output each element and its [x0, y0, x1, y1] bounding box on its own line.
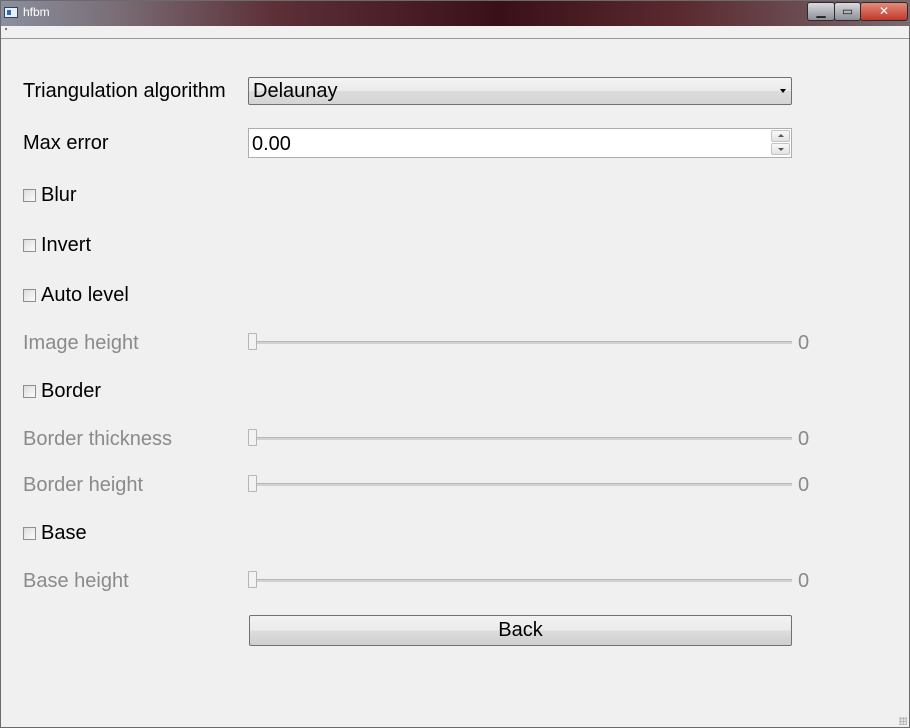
image-height-slider[interactable]	[248, 332, 792, 352]
title-bar[interactable]: hfbm ▁ ▭ ✕	[1, 1, 909, 26]
slider-handle[interactable]	[248, 429, 257, 446]
back-button[interactable]: Back	[249, 615, 792, 646]
border-checkbox[interactable]	[23, 385, 36, 398]
slider-handle[interactable]	[248, 475, 257, 492]
spin-buttons	[771, 130, 790, 156]
close-button[interactable]: ✕	[860, 2, 908, 21]
base-height-slider[interactable]	[248, 570, 792, 590]
blur-label[interactable]: Blur	[41, 184, 77, 207]
window-title: hfbm	[23, 5, 50, 19]
app-icon	[4, 7, 18, 18]
max-error-value[interactable]: 0.00	[252, 133, 291, 156]
border-height-label: Border height	[23, 474, 144, 496]
slider-groove	[250, 437, 792, 440]
triangulation-label: Triangulation algorithm	[23, 80, 226, 102]
base-checkbox[interactable]	[23, 527, 36, 540]
minimize-icon: ▁	[816, 4, 826, 18]
border-thickness-label: Border thickness	[23, 428, 172, 450]
slider-handle[interactable]	[248, 333, 257, 350]
auto-level-checkbox[interactable]	[23, 289, 36, 302]
invert-checkbox[interactable]	[23, 239, 36, 252]
chevron-down-icon	[780, 89, 786, 93]
border-height-value: 0	[798, 474, 810, 496]
triangulation-select[interactable]: Delaunay	[248, 77, 792, 105]
menu-bar	[1, 26, 909, 39]
menu-grip	[5, 28, 7, 30]
base-height-label: Base height	[23, 570, 129, 592]
triangulation-value: Delaunay	[253, 80, 338, 102]
maximize-button[interactable]: ▭	[834, 2, 861, 21]
spin-down-button[interactable]	[771, 143, 790, 155]
border-label[interactable]: Border	[41, 380, 101, 403]
border-height-slider[interactable]	[248, 474, 792, 494]
slider-handle[interactable]	[248, 571, 257, 588]
spin-up-button[interactable]	[771, 130, 790, 142]
app-window: hfbm ▁ ▭ ✕ Triangulation algorithm Delau…	[0, 0, 910, 728]
auto-level-label[interactable]: Auto level	[41, 284, 129, 307]
slider-groove	[250, 341, 792, 344]
resize-grip[interactable]	[899, 717, 907, 725]
max-error-spinbox[interactable]: 0.00	[248, 128, 792, 158]
image-height-label: Image height	[23, 332, 139, 354]
maximize-icon: ▭	[841, 4, 854, 18]
minimize-button[interactable]: ▁	[807, 2, 835, 21]
slider-groove	[250, 579, 792, 582]
border-thickness-value: 0	[798, 428, 810, 450]
image-height-value: 0	[798, 332, 810, 354]
invert-label[interactable]: Invert	[41, 234, 91, 257]
blur-checkbox[interactable]	[23, 189, 36, 202]
slider-groove	[250, 483, 792, 486]
max-error-label: Max error	[23, 132, 109, 154]
base-height-value: 0	[798, 570, 810, 592]
close-icon: ✕	[878, 4, 890, 18]
border-thickness-slider[interactable]	[248, 428, 792, 448]
base-label[interactable]: Base	[41, 522, 87, 545]
